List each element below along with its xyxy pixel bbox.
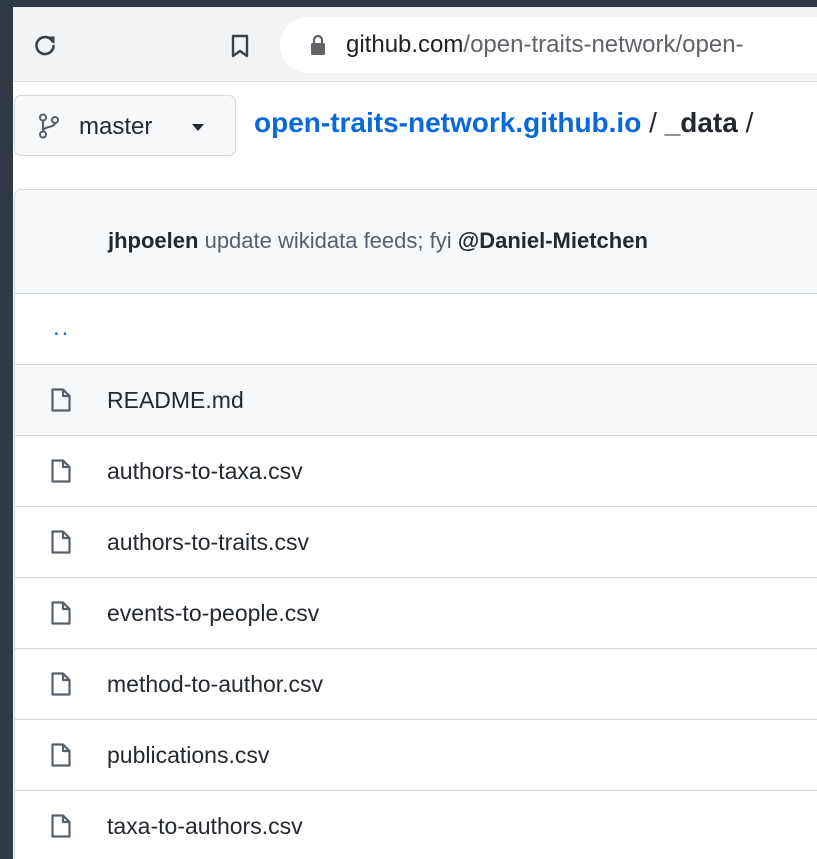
breadcrumb-current: _data (664, 107, 738, 138)
url-host: github.com (346, 31, 464, 58)
file-icon (51, 530, 71, 554)
file-name-link[interactable]: taxa-to-authors.csv (107, 813, 303, 840)
file-row[interactable]: method-to-author.csv (15, 649, 817, 720)
latest-commit: jhpoelen update wikidata feeds; fyi @Dan… (108, 228, 648, 254)
commit-mention-link[interactable]: @Daniel-Mietchen (458, 228, 648, 253)
latest-commit-bar: jhpoelen update wikidata feeds; fyi @Dan… (15, 190, 817, 294)
file-name-link[interactable]: authors-to-taxa.csv (107, 458, 303, 485)
breadcrumb: open-traits-network.github.io / _data / (254, 107, 753, 139)
file-icon (51, 672, 71, 696)
branch-label: master (79, 113, 153, 140)
file-row[interactable]: taxa-to-authors.csv (15, 791, 817, 859)
file-name-link[interactable]: authors-to-traits.csv (107, 529, 309, 556)
file-icon (51, 814, 71, 838)
file-name-link[interactable]: README.md (107, 387, 244, 414)
parent-directory-row[interactable]: .. (15, 294, 817, 365)
breadcrumb-separator: / (649, 107, 657, 138)
browser-toolbar: github.com/open-traits-network/open- (13, 7, 817, 82)
reload-icon[interactable] (33, 33, 57, 57)
breadcrumb-repo-link[interactable]: open-traits-network.github.io (254, 107, 641, 138)
file-icon (51, 388, 71, 412)
git-branch-icon (39, 113, 59, 139)
parent-directory-link[interactable]: .. (53, 314, 70, 342)
url-text[interactable]: github.com/open-traits-network/open- (346, 31, 744, 59)
file-listing: jhpoelen update wikidata feeds; fyi @Dan… (14, 189, 817, 859)
browser-window: github.com/open-traits-network/open- mas… (13, 7, 817, 859)
file-row[interactable]: events-to-people.csv (15, 578, 817, 649)
file-row[interactable]: publications.csv (15, 720, 817, 791)
file-name-link[interactable]: events-to-people.csv (107, 600, 319, 627)
file-name-link[interactable]: publications.csv (107, 742, 269, 769)
commit-message-link[interactable]: update wikidata feeds; fyi (205, 228, 452, 253)
address-bar[interactable]: github.com/open-traits-network/open- (280, 17, 817, 73)
file-icon (51, 743, 71, 767)
lock-icon (311, 34, 325, 55)
branch-selector-button[interactable]: master (14, 95, 236, 156)
file-icon (51, 459, 71, 483)
file-row[interactable]: authors-to-traits.csv (15, 507, 817, 578)
file-name-link[interactable]: method-to-author.csv (107, 671, 323, 698)
commit-author-link[interactable]: jhpoelen (108, 228, 198, 253)
caret-down-icon (192, 124, 204, 131)
breadcrumb-separator: / (745, 107, 754, 138)
url-path: /open-traits-network/open- (463, 31, 744, 58)
file-row[interactable]: README.md (15, 365, 817, 436)
bookmark-icon[interactable] (229, 34, 251, 58)
file-row[interactable]: authors-to-taxa.csv (15, 436, 817, 507)
file-icon (51, 601, 71, 625)
